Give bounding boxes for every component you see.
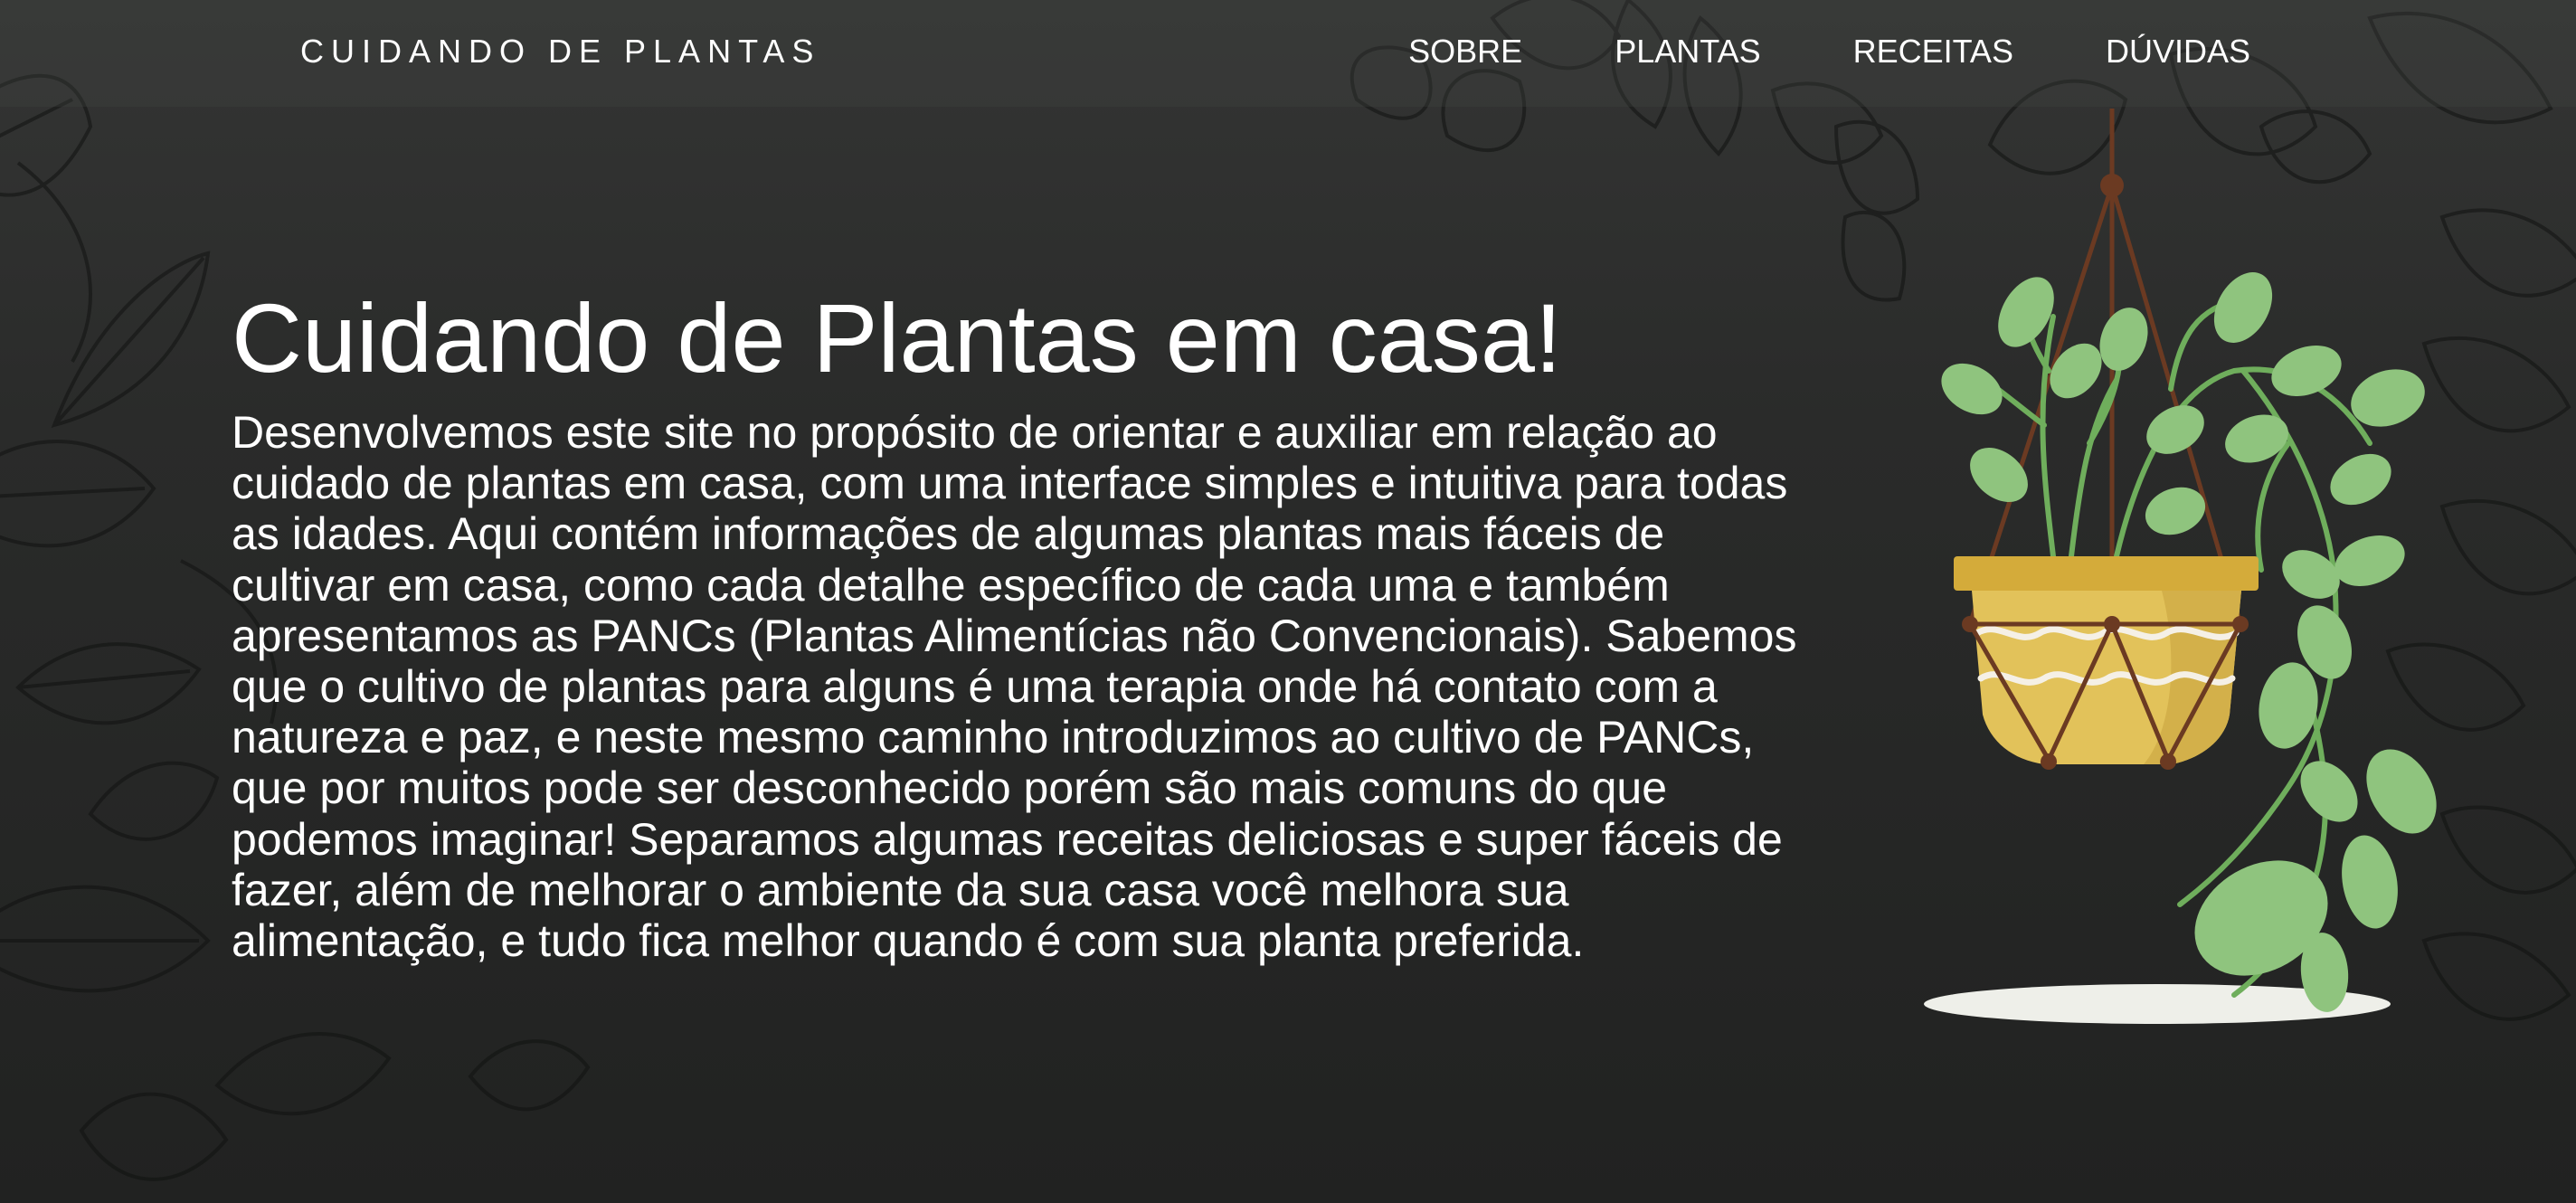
pot-rim [1954,556,2259,591]
hero-title: Cuidando de Plantas em casa! [232,283,1562,393]
nav-link-sobre[interactable]: SOBRE [1408,33,1522,71]
hero-description: Desenvolvemos este site no propósito de … [232,407,1797,967]
nav-link-duvidas[interactable]: DÚVIDAS [2106,33,2250,71]
nav-link-receitas[interactable]: RECEITAS [1853,33,2013,71]
top-navigation-bar: CUIDANDO DE PLANTAS SOBRE PLANTAS RECEIT… [0,0,2576,107]
page: CUIDANDO DE PLANTAS SOBRE PLANTAS RECEIT… [0,0,2576,1203]
hanging-plant-illustration [1924,109,2437,1024]
nav-link-plantas[interactable]: PLANTAS [1615,33,1760,71]
main-menu: SOBRE PLANTAS RECEITAS DÚVIDAS [1408,33,2250,71]
brand-logo-link[interactable]: CUIDANDO DE PLANTAS [300,33,820,71]
